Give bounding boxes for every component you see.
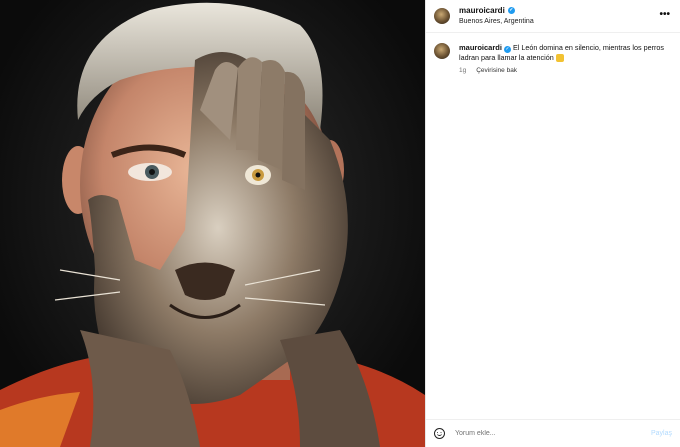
post-header: mauroicardi ✓ Buenos Aires, Argentina ••…: [426, 0, 680, 33]
caption: mauroicardi ✓ El León domina en silencio…: [426, 33, 680, 76]
post-dialog: mauroicardi ✓ Buenos Aires, Argentina ••…: [0, 0, 680, 447]
verified-badge-icon: ✓: [503, 46, 511, 53]
post-time[interactable]: 1g: [459, 66, 466, 76]
caption-avatar[interactable]: [434, 43, 450, 59]
caption-username[interactable]: mauroicardi: [459, 43, 502, 52]
post-image[interactable]: [0, 0, 425, 447]
caption-body: mauroicardi ✓ El León domina en silencio…: [459, 43, 669, 76]
location-link[interactable]: Buenos Aires, Argentina: [459, 16, 534, 27]
comment-bar: Paylaş: [426, 419, 680, 447]
post-comment-button[interactable]: Paylaş: [651, 430, 672, 437]
photo-illustration: [0, 2, 425, 447]
more-options-icon[interactable]: •••: [659, 10, 670, 20]
emoji-smile-icon[interactable]: [434, 428, 445, 439]
verified-badge-icon: ✓: [507, 7, 515, 14]
caption-meta: 1g Çevirisine bak: [459, 66, 669, 76]
header-text: mauroicardi ✓ Buenos Aires, Argentina: [459, 5, 534, 27]
lion-face-icon: [555, 54, 564, 63]
header-username-row: mauroicardi ✓: [459, 5, 534, 16]
post-sidebar: mauroicardi ✓ Buenos Aires, Argentina ••…: [425, 0, 680, 447]
see-translation-link[interactable]: Çevirisine bak: [476, 66, 517, 76]
comment-input[interactable]: [455, 430, 651, 437]
header-username[interactable]: mauroicardi: [459, 5, 505, 16]
avatar[interactable]: [434, 8, 450, 24]
